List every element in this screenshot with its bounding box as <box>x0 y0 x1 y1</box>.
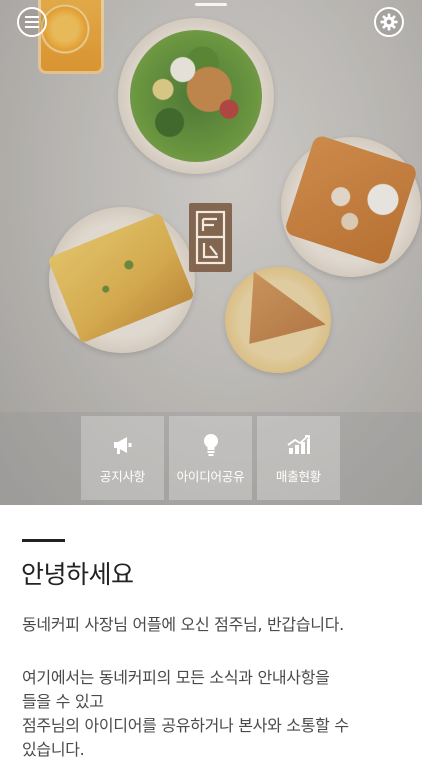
megaphone-icon <box>112 432 134 458</box>
logo-mark-icon <box>195 210 226 265</box>
quick-menu-label: 아이디어공유 <box>176 468 245 484</box>
welcome-title: 안녕하세요 <box>21 560 134 589</box>
title-divider <box>22 539 65 542</box>
top-handle <box>195 3 227 6</box>
quick-menu-label: 매출현황 <box>275 468 322 484</box>
welcome-paragraph: 동네커피 사장님 어플에 오신 점주님, 반갑습니다. <box>22 613 344 637</box>
welcome-text-line: 여기에서는 동네커피의 모든 소식과 안내사항을 <box>22 668 330 687</box>
menu-button[interactable] <box>17 7 47 37</box>
quick-menu-sales-button[interactable]: 매출현황 <box>257 416 340 500</box>
quick-menu-label: 공지사항 <box>99 468 146 484</box>
welcome-text-line: 동네커피 사장님 어플에 오신 점주님, 반갑습니다. <box>22 615 344 634</box>
sales-chart-icon <box>286 432 311 458</box>
lightbulb-icon <box>203 432 219 458</box>
welcome-section: 안녕하세요 동네커피 사장님 어플에 오신 점주님, 반갑습니다. 여기에서는 … <box>0 505 422 759</box>
quick-menu-idea-button[interactable]: 아이디어공유 <box>169 416 252 500</box>
welcome-paragraph: 여기에서는 동네커피의 모든 소식과 안내사항을 들을 수 있고 점주님의 아이… <box>22 666 349 762</box>
quick-menu-notice-button[interactable]: 공지사항 <box>81 416 164 500</box>
settings-button[interactable] <box>374 7 404 37</box>
gear-icon <box>380 13 398 31</box>
brand-logo <box>189 203 232 272</box>
hamburger-icon <box>25 16 39 28</box>
welcome-text-line: 들을 수 있고 <box>22 692 104 711</box>
welcome-text-line: 점주님의 아이디어를 공유하거나 본사와 소통할 수 <box>22 716 349 735</box>
